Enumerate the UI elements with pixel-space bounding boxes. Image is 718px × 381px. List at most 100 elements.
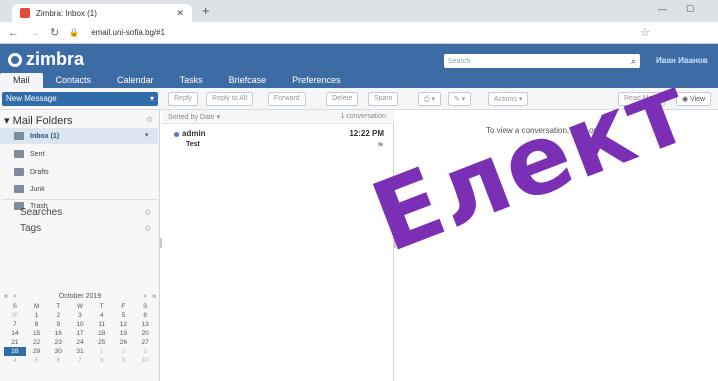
- gear-icon[interactable]: ⚙: [144, 208, 151, 217]
- delete-button[interactable]: Delete: [326, 92, 359, 106]
- reply-button[interactable]: Reply: [168, 92, 198, 106]
- next-year-icon[interactable]: »: [152, 293, 156, 300]
- weekday-label: T: [56, 303, 61, 310]
- calendar-day[interactable]: 7: [69, 356, 91, 365]
- calendar-day[interactable]: 2: [113, 347, 135, 356]
- calendar-day[interactable]: 18: [91, 329, 113, 338]
- calendar-day[interactable]: 30: [4, 311, 26, 320]
- close-tab-icon[interactable]: ✕: [176, 8, 184, 19]
- calendar-day[interactable]: 21: [4, 338, 26, 347]
- sidebar-item-junk[interactable]: Junk: [0, 181, 158, 197]
- calendar-day-today[interactable]: 28: [4, 347, 26, 356]
- actions-button[interactable]: Actions ▾: [488, 92, 529, 106]
- browser-tab-bar: Zimbra: Inbox (1) ✕ + — ☐: [0, 0, 718, 22]
- calendar-day[interactable]: 15: [26, 329, 48, 338]
- tags-label: Tags: [20, 223, 42, 234]
- unread-dot-icon: [174, 132, 179, 137]
- calendar-day[interactable]: 6: [47, 356, 69, 365]
- sort-menu[interactable]: Sorted by Date ▾: [168, 113, 220, 121]
- actions-label: Actions: [494, 96, 517, 103]
- tag-menu-icon[interactable]: ✎ ▾: [448, 92, 472, 106]
- chevron-down-icon[interactable]: ▾: [145, 131, 149, 139]
- calendar-day[interactable]: 27: [134, 338, 156, 347]
- calendar-day[interactable]: 6: [134, 311, 156, 320]
- calendar-day[interactable]: 11: [91, 320, 113, 329]
- forward-icon[interactable]: →: [29, 27, 40, 39]
- chevron-down-icon[interactable]: ▾: [150, 94, 154, 103]
- calendar-day[interactable]: 22: [26, 338, 48, 347]
- prev-year-icon[interactable]: «: [4, 293, 8, 300]
- calendar-day[interactable]: 31: [69, 347, 91, 356]
- calendar-day[interactable]: 3: [134, 347, 156, 356]
- sidebar-item-sent[interactable]: Sent: [0, 146, 158, 162]
- maximize-icon[interactable]: ☐: [686, 4, 694, 15]
- calendar-day[interactable]: 9: [47, 320, 69, 329]
- zimbra-favicon-icon: [20, 8, 30, 18]
- tab-briefcase[interactable]: Briefcase: [216, 73, 280, 88]
- calendar-day[interactable]: 2: [47, 311, 69, 320]
- calendar-day[interactable]: 4: [91, 311, 113, 320]
- message-time: 12:22 PM: [349, 129, 384, 138]
- flag-icon[interactable]: ⚑: [377, 141, 384, 150]
- drafts-icon: [14, 168, 24, 176]
- calendar-day[interactable]: 19: [113, 329, 135, 338]
- calendar-day[interactable]: 1: [91, 347, 113, 356]
- calendar-day[interactable]: 8: [91, 356, 113, 365]
- calendar-day[interactable]: 26: [113, 338, 135, 347]
- calendar-day[interactable]: 1: [26, 311, 48, 320]
- calendar-day[interactable]: 13: [134, 320, 156, 329]
- reload-icon[interactable]: ↻: [50, 26, 59, 39]
- sidebar-item-drafts[interactable]: Drafts: [0, 164, 158, 180]
- folder-sidebar: ▾ Mail Folders ⚙ Inbox (1) ▾ Sent Drafts…: [0, 110, 160, 381]
- tab-calendar[interactable]: Calendar: [104, 73, 167, 88]
- calendar-day[interactable]: 4: [4, 356, 26, 365]
- bookmark-star-icon[interactable]: ☆: [640, 26, 650, 39]
- new-tab-icon[interactable]: +: [202, 4, 210, 18]
- reply-all-button[interactable]: Reply to All: [206, 92, 254, 106]
- calendar-day[interactable]: 24: [69, 338, 91, 347]
- calendar-day[interactable]: 8: [26, 320, 48, 329]
- calendar-day[interactable]: 23: [47, 338, 69, 347]
- tags-heading[interactable]: Tags ⚙: [20, 223, 151, 234]
- calendar-day[interactable]: 9: [113, 356, 135, 365]
- searches-heading[interactable]: Searches ⚙: [20, 207, 151, 218]
- conversation-count: 1 conversation: [340, 113, 386, 120]
- browser-tab[interactable]: Zimbra: Inbox (1) ✕: [12, 4, 192, 22]
- search-input[interactable]: Search ⌕: [444, 54, 640, 68]
- calendar-day[interactable]: 16: [47, 329, 69, 338]
- mail-folders-heading[interactable]: ▾ Mail Folders ⚙: [4, 114, 153, 127]
- calendar-day[interactable]: 14: [4, 329, 26, 338]
- spam-button[interactable]: Spam: [368, 92, 399, 106]
- calendar-day[interactable]: 10: [134, 356, 156, 365]
- tab-preferences[interactable]: Preferences: [279, 73, 354, 88]
- sidebar-divider: [2, 199, 158, 200]
- calendar-day[interactable]: 3: [69, 311, 91, 320]
- calendar-day[interactable]: 17: [69, 329, 91, 338]
- gear-icon[interactable]: ⚙: [144, 224, 151, 233]
- folder-label: Inbox (1): [30, 132, 60, 140]
- new-message-button[interactable]: New Message ▾: [2, 92, 158, 106]
- calendar-month: October 2019: [58, 293, 102, 300]
- tab-tasks[interactable]: Tasks: [167, 73, 216, 88]
- back-icon[interactable]: ←: [8, 27, 19, 39]
- gear-icon[interactable]: ⚙: [146, 115, 153, 124]
- calendar-day[interactable]: 25: [91, 338, 113, 347]
- calendar-day[interactable]: 5: [113, 311, 135, 320]
- calendar-day[interactable]: 20: [134, 329, 156, 338]
- calendar-day[interactable]: 12: [113, 320, 135, 329]
- list-item[interactable]: admin 12:22 PM Test ⚑: [162, 126, 394, 156]
- next-month-icon[interactable]: ›: [144, 293, 146, 300]
- calendar-day[interactable]: 5: [26, 356, 48, 365]
- calendar-day[interactable]: 29: [26, 347, 48, 356]
- folder-label: Sent: [30, 150, 45, 158]
- calendar-day[interactable]: 10: [69, 320, 91, 329]
- sidebar-item-inbox[interactable]: Inbox (1) ▾: [0, 128, 158, 144]
- forward-button[interactable]: Forward: [268, 92, 306, 106]
- calendar-day[interactable]: 7: [4, 320, 26, 329]
- tab-contacts[interactable]: Contacts: [43, 73, 105, 88]
- url-field[interactable]: email.uni-sofia.bg/#1: [91, 28, 165, 37]
- tab-mail[interactable]: Mail: [0, 73, 43, 88]
- print-menu-icon[interactable]: ⎙ ▾: [418, 92, 442, 106]
- minimize-icon[interactable]: —: [658, 4, 667, 14]
- calendar-day[interactable]: 30: [47, 347, 69, 356]
